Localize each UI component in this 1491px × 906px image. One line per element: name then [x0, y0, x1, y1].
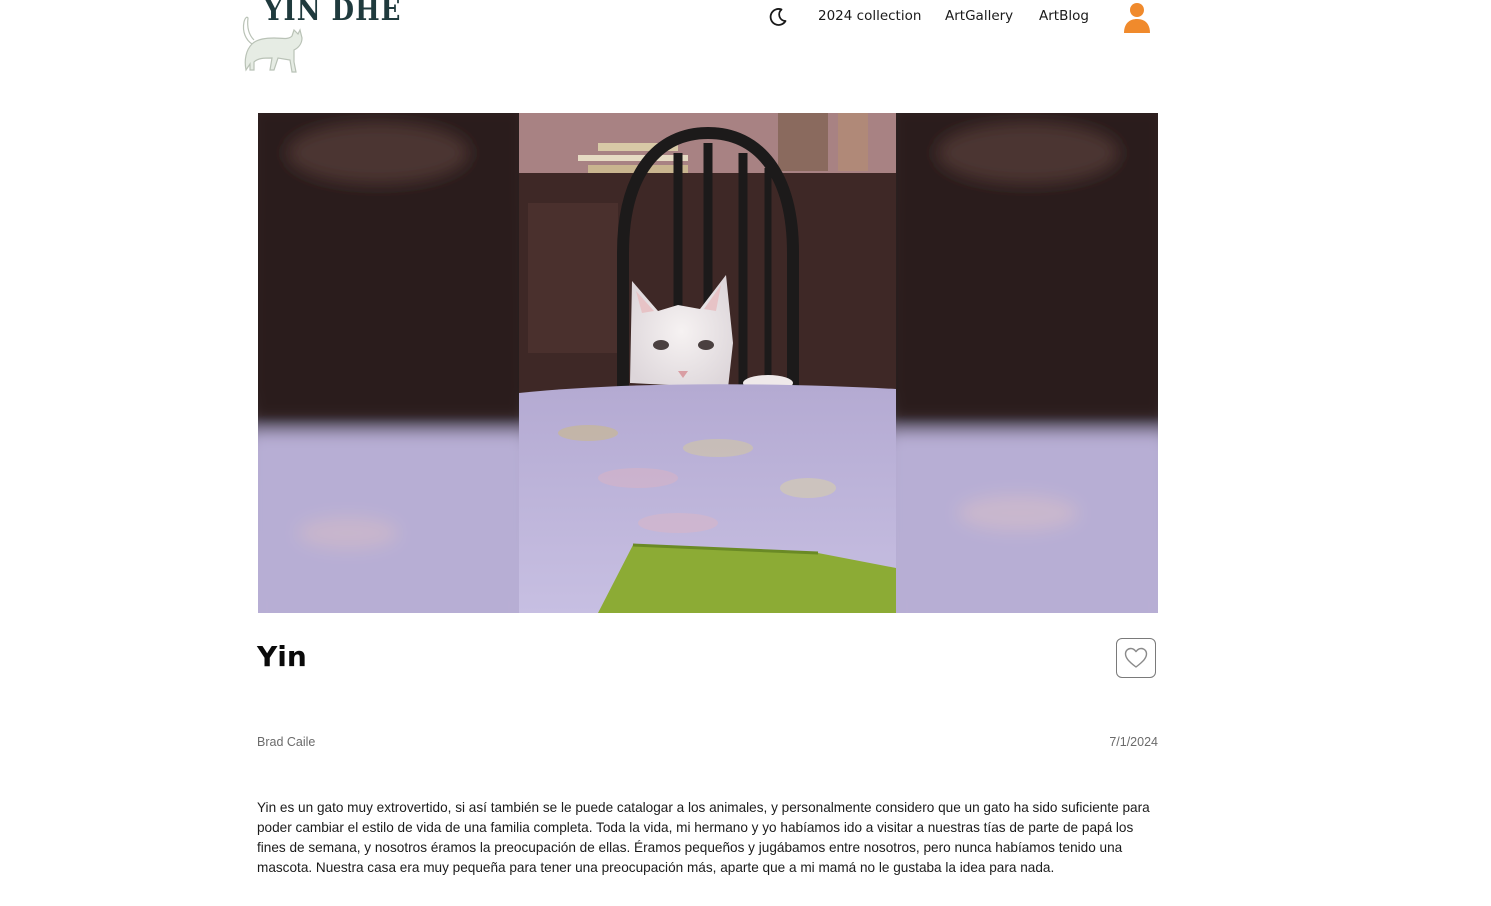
- logo-text: YIN DHE: [264, 0, 402, 29]
- post-date: 7/1/2024: [1109, 735, 1158, 749]
- nav-link-artgallery[interactable]: ArtGallery: [945, 8, 1013, 24]
- post-body: Yin es un gato muy extrovertido, si así …: [257, 800, 1150, 875]
- post-author[interactable]: Brad Caile: [257, 735, 315, 749]
- page: YIN DHE 2024 collection ArtGallery ArtBl…: [0, 0, 1491, 906]
- post-title: Yin: [257, 640, 307, 673]
- site-logo[interactable]: YIN DHE: [238, 0, 400, 76]
- nav-link-artblog[interactable]: ArtBlog: [1039, 8, 1089, 24]
- heart-icon: [1124, 647, 1148, 668]
- nav-link-2024-collection[interactable]: 2024 collection: [818, 8, 921, 24]
- moon-icon[interactable]: [767, 6, 789, 28]
- user-icon[interactable]: [1122, 1, 1152, 33]
- like-button[interactable]: [1116, 638, 1156, 678]
- post-hero-image: [258, 113, 1158, 613]
